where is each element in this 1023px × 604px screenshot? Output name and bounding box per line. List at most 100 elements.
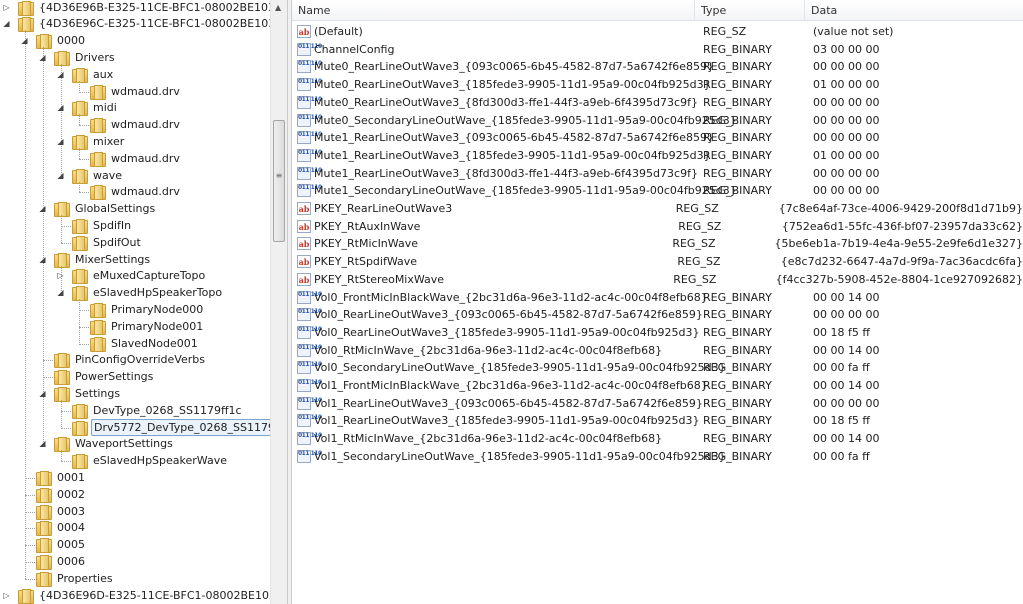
tree-node[interactable]: 0001 xyxy=(36,469,87,486)
value-row[interactable]: 011 110 Vol0_SecondaryLineOutWave_{185fed… xyxy=(292,359,1023,376)
value-row[interactable]: ab PKEY_RearLineOutWave3 REG_SZ {7c8e64af-7… xyxy=(292,200,1023,217)
tree-node[interactable]: wdmaud.drv xyxy=(90,183,182,201)
tree-node-label[interactable]: eSlavedHpSpeakerWave xyxy=(91,453,229,468)
value-row[interactable]: 011 110 Mute1_RearLineOutWave3_{8fd300d3-… xyxy=(292,165,1023,182)
collapsed-arrow-icon[interactable]: ▷ xyxy=(56,271,65,280)
value-row[interactable]: 011 110 Mute1_RearLineOutWave3_{093c0065-… xyxy=(292,129,1023,146)
tree-node[interactable]: ◢ Drivers xyxy=(39,49,117,66)
expanded-arrow-icon[interactable]: ◢ xyxy=(38,204,47,213)
tree-node-label[interactable]: 0000 xyxy=(55,33,87,48)
value-row[interactable]: 011 110 Vol0_FrontMicInBlackWave_{2bc31d6… xyxy=(292,289,1023,306)
tree-node[interactable]: 0004 xyxy=(36,519,87,537)
tree-node-label[interactable]: SlavedNode001 xyxy=(109,336,200,351)
expanded-arrow-icon[interactable]: ◢ xyxy=(38,255,47,264)
tree-node-label[interactable]: GlobalSettings xyxy=(73,201,157,216)
tree-node-label[interactable]: 0003 xyxy=(55,504,87,519)
value-row[interactable]: ab PKEY_RtStereoMixWave REG_SZ {f4cc327b-59… xyxy=(292,271,1023,288)
tree-node-label[interactable]: MixerSettings xyxy=(73,252,152,267)
value-row[interactable]: 011 110 Mute0_RearLineOutWave3_{8fd300d3-… xyxy=(292,94,1023,111)
expanded-arrow-icon[interactable]: ◢ xyxy=(56,171,65,180)
tree-node-label[interactable]: WaveportSettings xyxy=(73,436,175,451)
tree-node[interactable]: ▷ {4D36E96B-E325-11CE-BFC1-08002BE10318} xyxy=(3,0,270,16)
value-row[interactable]: 011 110 Mute0_SecondaryLineOutWave_{185fe… xyxy=(292,112,1023,129)
registry-values-list[interactable]: Name Type Data ab (Default) REG_SZ (value n… xyxy=(292,0,1023,604)
tree-node[interactable]: SlavedNode001 xyxy=(90,335,200,352)
tree-node[interactable]: Drv5772_DevType_0268_SS1179ff1c xyxy=(72,418,270,436)
tree-node-label[interactable]: eSlavedHpSpeakerTopo xyxy=(91,285,224,300)
tree-node-label[interactable]: wdmaud.drv xyxy=(109,84,182,99)
tree-node[interactable]: PrimaryNode001 xyxy=(90,318,205,335)
tree-node-label[interactable]: {4D36E96C-E325-11CE-BFC1-08002BE10318} xyxy=(37,16,270,31)
value-row[interactable]: 011 110 Mute0_RearLineOutWave3_{185fede3-… xyxy=(292,76,1023,93)
value-row[interactable]: 011 110 Mute0_RearLineOutWave3_{093c0065-… xyxy=(292,58,1023,75)
value-row[interactable]: 011 110 Vol0_RearLineOutWave3_{093c0065-6… xyxy=(292,306,1023,323)
expanded-arrow-icon[interactable]: ◢ xyxy=(56,137,65,146)
tree-node-label[interactable]: PowerSettings xyxy=(73,369,155,384)
tree-node-label[interactable]: PrimaryNode001 xyxy=(109,319,205,334)
tree-node-label[interactable]: Settings xyxy=(73,386,122,401)
tree-node-label[interactable]: wdmaud.drv xyxy=(109,184,182,199)
collapsed-arrow-icon[interactable]: ▷ xyxy=(2,3,11,12)
tree-node[interactable]: 0005 xyxy=(36,536,87,554)
expanded-arrow-icon[interactable]: ◢ xyxy=(20,36,29,45)
collapsed-arrow-icon[interactable]: ▷ xyxy=(2,591,11,600)
value-row[interactable]: 011 110 Vol0_RearLineOutWave3_{185fede3-9… xyxy=(292,324,1023,341)
scroll-up-arrow-icon[interactable]: ▲ xyxy=(275,3,281,12)
tree-node[interactable]: eSlavedHpSpeakerWave xyxy=(72,452,229,470)
scrollbar-thumb[interactable]: ≡ xyxy=(273,120,285,242)
value-row[interactable]: 011 110 Vol1_RearLineOutWave3_{185fede3-9… xyxy=(292,412,1023,429)
tree-node-label[interactable]: SpdifOut xyxy=(91,235,143,250)
value-row[interactable]: 011 110 Vol1_RearLineOutWave3_{093c0065-6… xyxy=(292,395,1023,412)
value-row[interactable]: 011 110 ChannelConfig REG_BINARY 03 00 00 0… xyxy=(292,41,1023,58)
value-row[interactable]: ab PKEY_RtSpdifWave REG_SZ {e8c7d232-6647-4… xyxy=(292,253,1023,270)
tree-node[interactable]: Properties xyxy=(36,570,115,587)
tree-node-label[interactable]: aux xyxy=(91,67,115,82)
column-header-name[interactable]: Name xyxy=(292,0,695,21)
tree-node-label[interactable]: {4D36E96B-E325-11CE-BFC1-08002BE10318} xyxy=(37,0,270,15)
expanded-arrow-icon[interactable]: ◢ xyxy=(38,389,47,398)
tree-node-label[interactable]: 0002 xyxy=(55,487,87,502)
tree-node[interactable]: PrimaryNode000 xyxy=(90,301,205,318)
tree-node[interactable]: 0002 xyxy=(36,486,87,503)
tree-node-label[interactable]: {4D36E96D-E325-11CE-BFC1-08002BE10318} xyxy=(37,588,270,603)
value-row[interactable]: 011 110 Vol1_SecondaryLineOutWave_{185fed… xyxy=(292,448,1023,465)
tree-node[interactable]: ◢ {4D36E96C-E325-11CE-BFC1-08002BE10318} xyxy=(3,15,270,33)
value-row[interactable]: 011 110 Vol1_FrontMicInBlackWave_{2bc31d6… xyxy=(292,377,1023,394)
tree-node-label[interactable]: mixer xyxy=(91,134,126,149)
tree-node[interactable]: wdmaud.drv xyxy=(90,116,182,134)
tree-node-label[interactable]: DevType_0268_SS1179ff1c xyxy=(91,403,244,418)
expanded-arrow-icon[interactable]: ◢ xyxy=(38,439,47,448)
tree-node[interactable]: SpdifIn xyxy=(72,217,133,234)
selected-tree-node-label[interactable]: Drv5772_DevType_0268_SS1179ff1c xyxy=(91,418,270,436)
tree-node[interactable]: ◢ MixerSettings xyxy=(39,251,152,268)
tree-node-label[interactable]: wdmaud.drv xyxy=(109,151,182,166)
tree-node[interactable]: PowerSettings xyxy=(54,368,155,386)
value-row[interactable]: ab PKEY_RtAuxInWave REG_SZ {752ea6d1-55fc-4… xyxy=(292,218,1023,235)
value-row[interactable]: ab (Default) REG_SZ (value not set) xyxy=(292,23,1023,40)
tree-node-label[interactable]: 0005 xyxy=(55,537,87,552)
tree-node-label[interactable]: Drivers xyxy=(73,50,117,65)
tree-node[interactable]: ▷ eMuxedCaptureTopo xyxy=(57,267,207,285)
value-row[interactable]: ab PKEY_RtMicInWave REG_SZ {5be6eb1a-7b19-4… xyxy=(292,235,1023,252)
expanded-arrow-icon[interactable]: ◢ xyxy=(2,19,11,28)
tree-node[interactable]: DevType_0268_SS1179ff1c xyxy=(72,402,244,419)
tree-node[interactable]: PinConfigOverrideVerbs xyxy=(54,351,207,369)
tree-node-label[interactable]: Properties xyxy=(55,571,115,586)
value-row[interactable]: 011 110 Mute1_RearLineOutWave3_{185fede3-… xyxy=(292,147,1023,164)
tree-node-label[interactable]: PrimaryNode000 xyxy=(109,302,205,317)
tree-node[interactable]: wdmaud.drv xyxy=(90,83,182,100)
tree-node[interactable]: ◢ mixer xyxy=(57,133,126,150)
tree-node-label[interactable]: eMuxedCaptureTopo xyxy=(91,268,207,283)
tree-scrollbar[interactable]: ▲ ≡ xyxy=(270,0,287,604)
tree-node[interactable]: 0006 xyxy=(36,553,87,570)
tree-node-label[interactable]: wave xyxy=(91,168,124,183)
tree-node[interactable]: ▷ {4D36E96D-E325-11CE-BFC1-08002BE10318} xyxy=(3,587,270,604)
tree-node-label[interactable]: PinConfigOverrideVerbs xyxy=(73,352,207,367)
tree-node[interactable]: ◢ WaveportSettings xyxy=(39,435,175,453)
tree-node-label[interactable]: 0004 xyxy=(55,520,87,535)
column-header-data[interactable]: Data xyxy=(805,0,1023,21)
tree-node[interactable]: wdmaud.drv xyxy=(90,150,182,167)
expanded-arrow-icon[interactable]: ◢ xyxy=(56,288,65,297)
tree-node-label[interactable]: 0006 xyxy=(55,554,87,569)
tree-node-label[interactable]: 0001 xyxy=(55,470,87,485)
